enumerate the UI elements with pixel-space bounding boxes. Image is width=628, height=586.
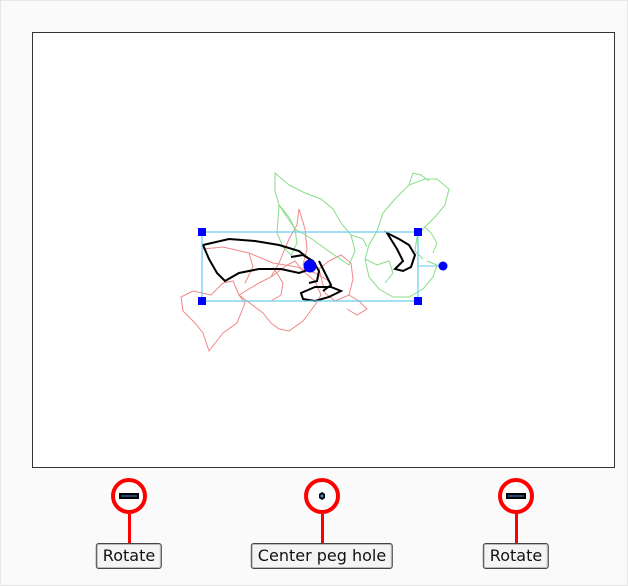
callout-label: Center peg hole	[250, 543, 394, 569]
rotate-handle[interactable]	[438, 261, 448, 271]
onion-skin-previous	[180, 208, 368, 353]
resize-handle-top-right[interactable]	[414, 228, 422, 236]
peg-hole-icon	[304, 478, 340, 514]
resize-handle-bottom-right[interactable]	[414, 297, 422, 305]
callout-rotate-right: Rotate	[416, 478, 616, 578]
callout-center-peg-hole: Center peg hole	[222, 478, 422, 578]
callout-label: Rotate	[95, 543, 163, 569]
rotate-handle-icon	[111, 478, 147, 514]
callout-label: Rotate	[482, 543, 550, 569]
canvas-artwork	[180, 171, 450, 353]
drawing-canvas	[32, 32, 615, 468]
resize-handle-bottom-left[interactable]	[198, 297, 206, 305]
rotate-handle-icon	[498, 478, 534, 514]
pivot-point[interactable]	[303, 259, 317, 273]
callout-rotate-left: Rotate	[29, 478, 229, 578]
resize-handle-top-left[interactable]	[198, 228, 206, 236]
onion-skin-next	[274, 171, 450, 298]
